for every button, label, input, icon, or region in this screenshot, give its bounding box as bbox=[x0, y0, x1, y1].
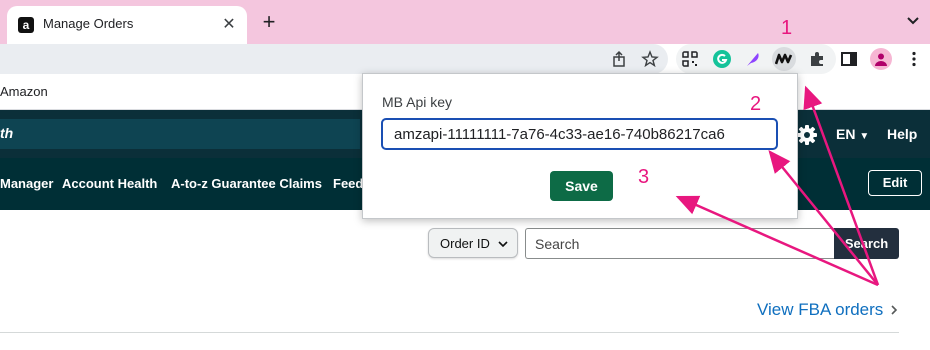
nav-item-manager[interactable]: Manager bbox=[0, 176, 53, 191]
share-icon[interactable] bbox=[610, 50, 628, 68]
person-icon bbox=[875, 53, 887, 66]
mb-extension-popup: MB Api key Save bbox=[362, 73, 798, 219]
sidepanel-icon[interactable] bbox=[840, 50, 858, 68]
order-search-input[interactable] bbox=[525, 228, 835, 259]
annotation-marker-3: 3 bbox=[638, 166, 650, 188]
qr-extension-icon[interactable] bbox=[680, 49, 700, 69]
chevron-down-icon[interactable] bbox=[904, 12, 922, 30]
amazon-icon: a bbox=[18, 17, 34, 33]
kebab-menu-icon[interactable] bbox=[905, 50, 923, 68]
chevron-down-icon bbox=[498, 241, 508, 248]
tab-title: Manage Orders bbox=[43, 16, 134, 31]
browser-toolbar bbox=[0, 44, 930, 76]
browser-tab[interactable]: a Manage Orders ✕ bbox=[7, 6, 247, 44]
edit-nav-button[interactable]: Edit bbox=[868, 170, 922, 196]
api-key-label: MB Api key bbox=[382, 94, 453, 110]
language-selector[interactable]: EN ▼ bbox=[836, 126, 869, 142]
mb-extension-button[interactable] bbox=[772, 47, 796, 71]
chevron-right-icon bbox=[891, 305, 898, 315]
header-search-bar[interactable]: th bbox=[0, 119, 360, 149]
search-type-value: Order ID bbox=[440, 236, 490, 251]
view-fba-orders-link[interactable]: View FBA orders bbox=[757, 300, 883, 320]
address-bar[interactable] bbox=[0, 44, 668, 74]
divider bbox=[0, 332, 899, 333]
nav-item-a-to-z-claims[interactable]: A-to-z Guarantee Claims bbox=[171, 176, 322, 191]
search-type-select[interactable]: Order ID bbox=[428, 228, 518, 258]
close-tab-icon[interactable]: ✕ bbox=[219, 15, 239, 35]
profile-avatar-icon[interactable] bbox=[870, 48, 892, 70]
gear-icon[interactable] bbox=[796, 124, 818, 146]
save-button[interactable]: Save bbox=[550, 171, 613, 201]
feather-extension-icon[interactable] bbox=[743, 49, 763, 69]
header-search-text: th bbox=[0, 125, 14, 141]
grammarly-icon[interactable] bbox=[712, 49, 732, 69]
puzzle-icon[interactable] bbox=[807, 49, 827, 69]
api-key-input[interactable] bbox=[381, 118, 778, 150]
annotation-marker-1: 1 bbox=[781, 17, 793, 39]
extensions-group bbox=[676, 44, 836, 74]
language-label: EN bbox=[836, 126, 856, 142]
mb-extension-icon bbox=[775, 53, 793, 65]
screenshot: a Manage Orders ✕ + Amazon th EN ▼ Help … bbox=[0, 0, 930, 350]
help-link[interactable]: Help bbox=[887, 126, 917, 142]
caret-down-icon: ▼ bbox=[859, 131, 870, 142]
search-button[interactable]: Search bbox=[834, 228, 899, 259]
plus-icon[interactable]: + bbox=[257, 11, 281, 35]
annotation-marker-2: 2 bbox=[750, 93, 762, 115]
bookmark-amazon[interactable]: Amazon bbox=[0, 84, 48, 99]
nav-item-account-health[interactable]: Account Health bbox=[62, 176, 157, 191]
star-icon[interactable] bbox=[641, 50, 659, 68]
